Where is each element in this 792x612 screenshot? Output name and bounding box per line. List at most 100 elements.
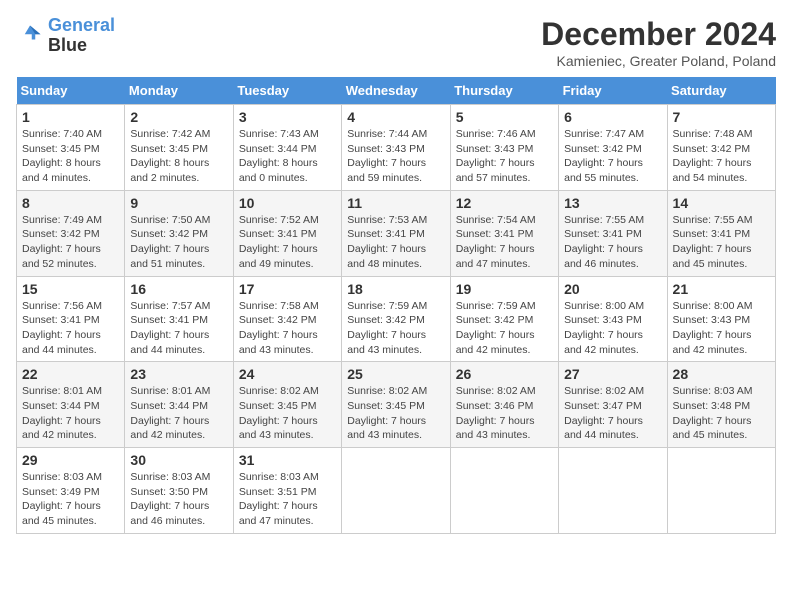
calendar-cell: 4 Sunrise: 7:44 AM Sunset: 3:43 PM Dayli… <box>342 105 450 191</box>
calendar-cell: 21 Sunrise: 8:00 AM Sunset: 3:43 PM Dayl… <box>667 276 775 362</box>
day-info: Sunrise: 8:03 AM Sunset: 3:51 PM Dayligh… <box>239 470 336 529</box>
calendar-cell: 27 Sunrise: 8:02 AM Sunset: 3:47 PM Dayl… <box>559 362 667 448</box>
calendar-cell: 19 Sunrise: 7:59 AM Sunset: 3:42 PM Dayl… <box>450 276 558 362</box>
calendar-cell: 14 Sunrise: 7:55 AM Sunset: 3:41 PM Dayl… <box>667 190 775 276</box>
calendar-cell: 16 Sunrise: 7:57 AM Sunset: 3:41 PM Dayl… <box>125 276 233 362</box>
calendar-week-row: 22 Sunrise: 8:01 AM Sunset: 3:44 PM Dayl… <box>17 362 776 448</box>
day-number: 1 <box>22 109 119 125</box>
calendar-cell: 17 Sunrise: 7:58 AM Sunset: 3:42 PM Dayl… <box>233 276 341 362</box>
calendar-cell: 2 Sunrise: 7:42 AM Sunset: 3:45 PM Dayli… <box>125 105 233 191</box>
day-info: Sunrise: 8:01 AM Sunset: 3:44 PM Dayligh… <box>22 384 119 443</box>
logo-text: GeneralBlue <box>48 16 115 56</box>
logo: GeneralBlue <box>16 16 115 56</box>
day-info: Sunrise: 7:46 AM Sunset: 3:43 PM Dayligh… <box>456 127 553 186</box>
calendar-cell: 8 Sunrise: 7:49 AM Sunset: 3:42 PM Dayli… <box>17 190 125 276</box>
calendar-cell: 12 Sunrise: 7:54 AM Sunset: 3:41 PM Dayl… <box>450 190 558 276</box>
day-info: Sunrise: 7:47 AM Sunset: 3:42 PM Dayligh… <box>564 127 661 186</box>
calendar-cell: 23 Sunrise: 8:01 AM Sunset: 3:44 PM Dayl… <box>125 362 233 448</box>
day-number: 31 <box>239 452 336 468</box>
day-info: Sunrise: 7:44 AM Sunset: 3:43 PM Dayligh… <box>347 127 444 186</box>
weekday-header-row: SundayMondayTuesdayWednesdayThursdayFrid… <box>17 77 776 105</box>
day-number: 12 <box>456 195 553 211</box>
weekday-header: Friday <box>559 77 667 105</box>
day-number: 13 <box>564 195 661 211</box>
calendar-cell: 24 Sunrise: 8:02 AM Sunset: 3:45 PM Dayl… <box>233 362 341 448</box>
title-block: December 2024 Kamieniec, Greater Poland,… <box>541 16 776 69</box>
day-info: Sunrise: 7:52 AM Sunset: 3:41 PM Dayligh… <box>239 213 336 272</box>
location: Kamieniec, Greater Poland, Poland <box>541 53 776 69</box>
day-info: Sunrise: 7:48 AM Sunset: 3:42 PM Dayligh… <box>673 127 770 186</box>
day-info: Sunrise: 8:02 AM Sunset: 3:46 PM Dayligh… <box>456 384 553 443</box>
day-number: 19 <box>456 281 553 297</box>
day-number: 5 <box>456 109 553 125</box>
day-number: 14 <box>673 195 770 211</box>
day-number: 15 <box>22 281 119 297</box>
calendar-cell <box>342 448 450 534</box>
day-info: Sunrise: 8:03 AM Sunset: 3:48 PM Dayligh… <box>673 384 770 443</box>
calendar-cell: 11 Sunrise: 7:53 AM Sunset: 3:41 PM Dayl… <box>342 190 450 276</box>
day-number: 17 <box>239 281 336 297</box>
calendar-cell: 20 Sunrise: 8:00 AM Sunset: 3:43 PM Dayl… <box>559 276 667 362</box>
day-info: Sunrise: 8:03 AM Sunset: 3:49 PM Dayligh… <box>22 470 119 529</box>
day-info: Sunrise: 7:59 AM Sunset: 3:42 PM Dayligh… <box>347 299 444 358</box>
calendar-cell: 31 Sunrise: 8:03 AM Sunset: 3:51 PM Dayl… <box>233 448 341 534</box>
weekday-header: Thursday <box>450 77 558 105</box>
day-number: 21 <box>673 281 770 297</box>
calendar-cell <box>559 448 667 534</box>
day-number: 7 <box>673 109 770 125</box>
logo-icon <box>16 22 44 50</box>
day-number: 8 <box>22 195 119 211</box>
day-number: 2 <box>130 109 227 125</box>
day-info: Sunrise: 8:02 AM Sunset: 3:45 PM Dayligh… <box>239 384 336 443</box>
calendar-cell: 1 Sunrise: 7:40 AM Sunset: 3:45 PM Dayli… <box>17 105 125 191</box>
day-info: Sunrise: 8:00 AM Sunset: 3:43 PM Dayligh… <box>673 299 770 358</box>
calendar-cell: 6 Sunrise: 7:47 AM Sunset: 3:42 PM Dayli… <box>559 105 667 191</box>
calendar-cell: 18 Sunrise: 7:59 AM Sunset: 3:42 PM Dayl… <box>342 276 450 362</box>
day-number: 23 <box>130 366 227 382</box>
calendar-cell: 25 Sunrise: 8:02 AM Sunset: 3:45 PM Dayl… <box>342 362 450 448</box>
day-number: 20 <box>564 281 661 297</box>
day-info: Sunrise: 7:55 AM Sunset: 3:41 PM Dayligh… <box>564 213 661 272</box>
calendar-week-row: 15 Sunrise: 7:56 AM Sunset: 3:41 PM Dayl… <box>17 276 776 362</box>
day-info: Sunrise: 7:56 AM Sunset: 3:41 PM Dayligh… <box>22 299 119 358</box>
day-info: Sunrise: 8:02 AM Sunset: 3:47 PM Dayligh… <box>564 384 661 443</box>
calendar-cell: 26 Sunrise: 8:02 AM Sunset: 3:46 PM Dayl… <box>450 362 558 448</box>
calendar-cell: 15 Sunrise: 7:56 AM Sunset: 3:41 PM Dayl… <box>17 276 125 362</box>
calendar-table: SundayMondayTuesdayWednesdayThursdayFrid… <box>16 77 776 534</box>
day-number: 25 <box>347 366 444 382</box>
day-info: Sunrise: 7:53 AM Sunset: 3:41 PM Dayligh… <box>347 213 444 272</box>
calendar-cell: 13 Sunrise: 7:55 AM Sunset: 3:41 PM Dayl… <box>559 190 667 276</box>
day-number: 11 <box>347 195 444 211</box>
calendar-week-row: 29 Sunrise: 8:03 AM Sunset: 3:49 PM Dayl… <box>17 448 776 534</box>
day-info: Sunrise: 7:59 AM Sunset: 3:42 PM Dayligh… <box>456 299 553 358</box>
day-number: 28 <box>673 366 770 382</box>
day-info: Sunrise: 7:57 AM Sunset: 3:41 PM Dayligh… <box>130 299 227 358</box>
day-info: Sunrise: 8:01 AM Sunset: 3:44 PM Dayligh… <box>130 384 227 443</box>
day-number: 18 <box>347 281 444 297</box>
calendar-week-row: 8 Sunrise: 7:49 AM Sunset: 3:42 PM Dayli… <box>17 190 776 276</box>
weekday-header: Tuesday <box>233 77 341 105</box>
weekday-header: Sunday <box>17 77 125 105</box>
day-number: 6 <box>564 109 661 125</box>
calendar-cell: 22 Sunrise: 8:01 AM Sunset: 3:44 PM Dayl… <box>17 362 125 448</box>
day-info: Sunrise: 7:55 AM Sunset: 3:41 PM Dayligh… <box>673 213 770 272</box>
page-header: GeneralBlue December 2024 Kamieniec, Gre… <box>16 16 776 69</box>
day-number: 26 <box>456 366 553 382</box>
calendar-cell: 7 Sunrise: 7:48 AM Sunset: 3:42 PM Dayli… <box>667 105 775 191</box>
day-number: 30 <box>130 452 227 468</box>
month-title: December 2024 <box>541 16 776 53</box>
calendar-cell: 5 Sunrise: 7:46 AM Sunset: 3:43 PM Dayli… <box>450 105 558 191</box>
day-number: 4 <box>347 109 444 125</box>
calendar-cell: 3 Sunrise: 7:43 AM Sunset: 3:44 PM Dayli… <box>233 105 341 191</box>
day-info: Sunrise: 8:02 AM Sunset: 3:45 PM Dayligh… <box>347 384 444 443</box>
day-info: Sunrise: 8:00 AM Sunset: 3:43 PM Dayligh… <box>564 299 661 358</box>
day-info: Sunrise: 7:50 AM Sunset: 3:42 PM Dayligh… <box>130 213 227 272</box>
weekday-header: Saturday <box>667 77 775 105</box>
calendar-cell: 30 Sunrise: 8:03 AM Sunset: 3:50 PM Dayl… <box>125 448 233 534</box>
day-info: Sunrise: 7:43 AM Sunset: 3:44 PM Dayligh… <box>239 127 336 186</box>
day-info: Sunrise: 7:54 AM Sunset: 3:41 PM Dayligh… <box>456 213 553 272</box>
day-number: 22 <box>22 366 119 382</box>
day-number: 9 <box>130 195 227 211</box>
day-number: 10 <box>239 195 336 211</box>
calendar-cell: 9 Sunrise: 7:50 AM Sunset: 3:42 PM Dayli… <box>125 190 233 276</box>
